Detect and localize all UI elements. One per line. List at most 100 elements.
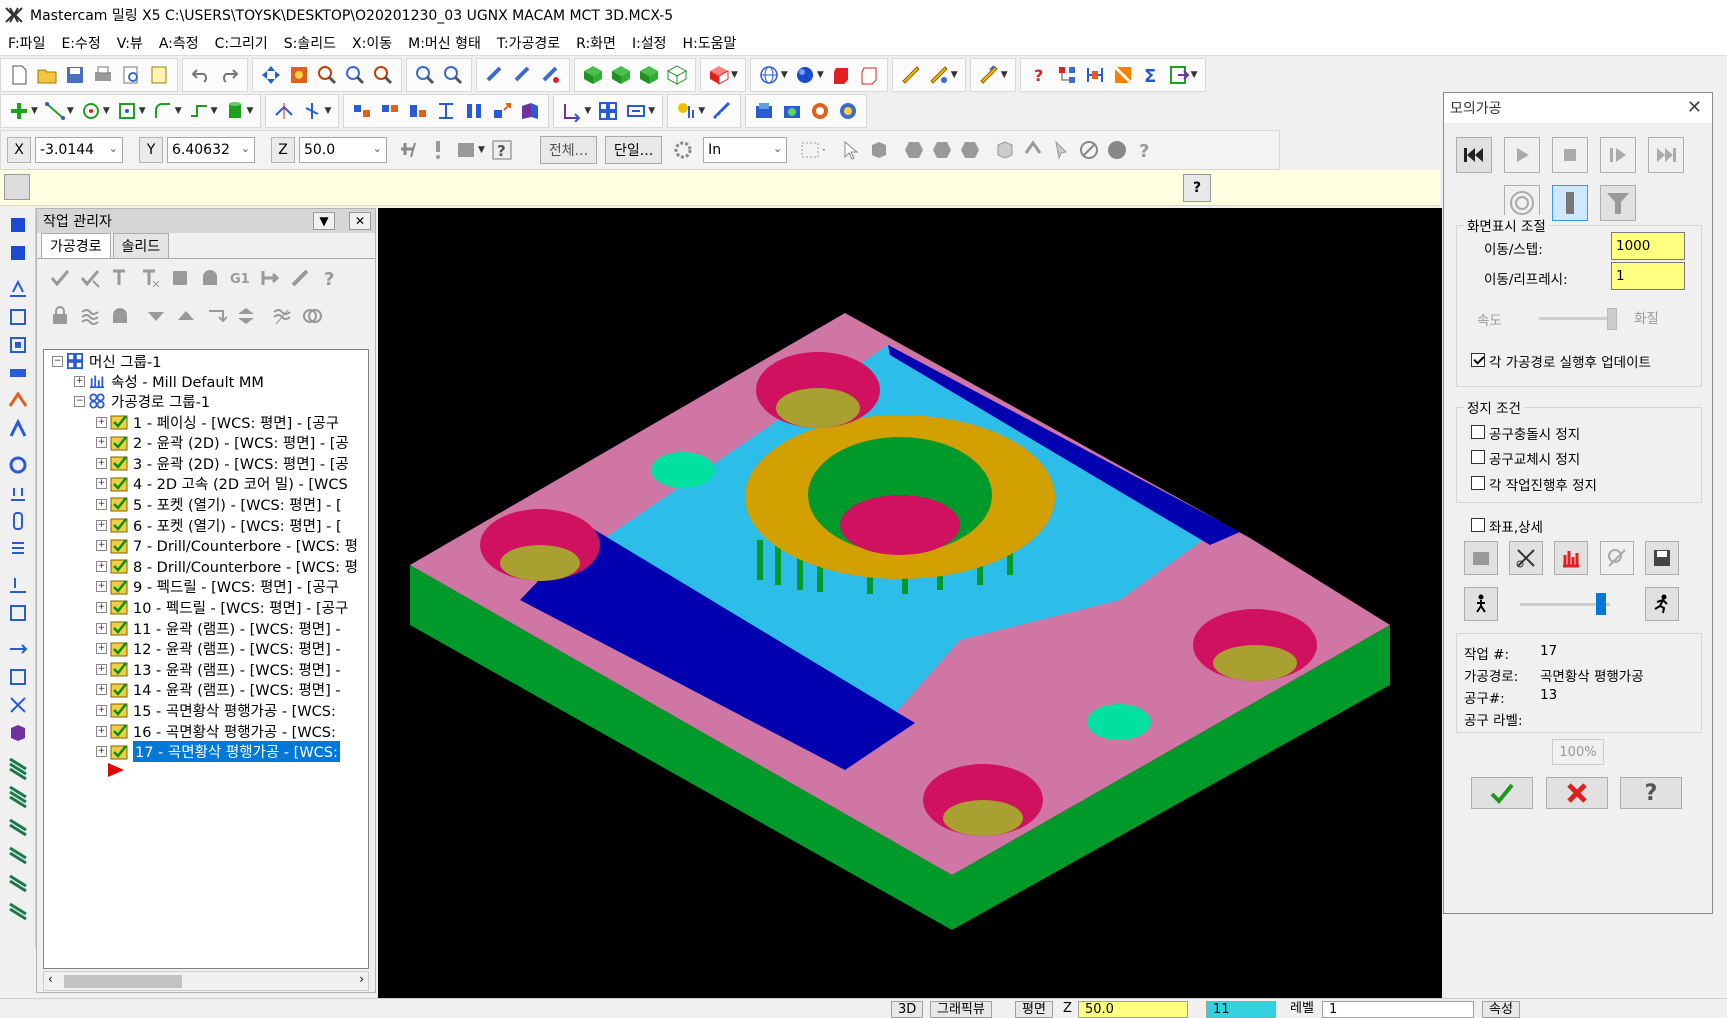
expand-icon[interactable]: + — [96, 478, 107, 490]
panel-close-button[interactable]: ✕ — [349, 212, 371, 230]
play-button[interactable] — [1504, 137, 1540, 173]
toggle-posting-icon[interactable] — [109, 305, 131, 327]
verify-select-icon[interactable] — [1022, 139, 1044, 161]
select-chain-icon[interactable] — [484, 64, 506, 86]
whats-this-icon[interactable]: ? — [1028, 64, 1050, 86]
collapse-icon[interactable]: − — [74, 395, 85, 407]
stock-button[interactable] — [1464, 541, 1498, 575]
autocursor-icon[interactable] — [427, 139, 449, 161]
measure-icon[interactable] — [978, 64, 1000, 86]
new-file-icon[interactable] — [8, 64, 30, 86]
sim-speed-slider-thumb[interactable] — [1596, 593, 1606, 615]
ops-help-icon[interactable]: ? — [319, 267, 341, 289]
stop-each-op-checkbox[interactable] — [1471, 476, 1485, 490]
body-select-icon[interactable] — [959, 139, 981, 161]
expand-icon[interactable]: + — [96, 684, 107, 696]
collision-button[interactable] — [1600, 541, 1634, 575]
verify-ops-icon[interactable] — [199, 267, 221, 289]
zoom-in-icon[interactable] — [372, 64, 394, 86]
status-attributes-button[interactable]: 속성 — [1482, 1001, 1520, 1018]
sigma-icon[interactable]: Σ — [1140, 64, 1162, 86]
scroll-to-insert-icon[interactable] — [235, 305, 257, 327]
g1-post-icon[interactable]: G1 — [229, 267, 251, 289]
stop-on-toolchange-checkbox[interactable] — [1471, 450, 1485, 464]
dynamic-mill-icon[interactable] — [7, 638, 29, 660]
select-window-icon[interactable] — [512, 64, 534, 86]
dropdown-arrow-icon[interactable]: ▼ — [698, 106, 705, 116]
stock-model-icon[interactable] — [301, 305, 323, 327]
x-coordinate-input[interactable]: -3.0144 ⌄ — [35, 137, 123, 163]
mask-icon[interactable] — [455, 139, 477, 161]
spline-icon[interactable] — [188, 100, 210, 122]
toolpath-operation-row[interactable]: +13 - 윤곽 (램프) - [WCS: 평면] - — [96, 658, 341, 680]
dropdown-arrow-icon[interactable]: ▼ — [211, 106, 218, 116]
toolpath-operation-row[interactable]: +6 - 포켓 (열기) - [WCS: 평면] - [ — [96, 514, 342, 536]
dropdown-arrow-icon[interactable]: ▼ — [103, 106, 110, 116]
dropdown-arrow-icon[interactable]: ▼ — [247, 106, 254, 116]
surface-rough-icon[interactable] — [7, 390, 29, 412]
lock-icon[interactable] — [49, 305, 71, 327]
dropdown-arrow-icon[interactable]: ▼ — [324, 106, 331, 116]
dropdown-arrow-icon[interactable]: ▼ — [584, 106, 591, 116]
scale-icon[interactable] — [435, 100, 457, 122]
dropdown-arrow-icon[interactable]: ▼ — [478, 145, 485, 155]
expand-icon[interactable]: + — [96, 457, 107, 469]
expand-icon[interactable]: + — [96, 663, 107, 675]
machine-sim-icon[interactable] — [837, 100, 859, 122]
help-button[interactable]: ? — [1620, 777, 1682, 809]
end-select-icon[interactable] — [1106, 139, 1128, 161]
collapse-icon[interactable]: − — [52, 355, 63, 367]
dropdown-arrow-icon[interactable]: ▼ — [781, 70, 788, 80]
export-icon[interactable] — [1168, 64, 1190, 86]
panel-menu-button[interactable]: ▼ — [313, 212, 335, 230]
repaint-icon[interactable] — [288, 64, 310, 86]
run-speed-button[interactable] — [1645, 587, 1679, 621]
multiaxis-1-icon[interactable] — [7, 757, 29, 781]
menu-solids[interactable]: S:솔리드 — [276, 33, 344, 53]
cylinder-icon[interactable] — [224, 100, 246, 122]
menu-edit[interactable]: E:수정 — [53, 33, 108, 53]
redo-icon[interactable] — [218, 64, 240, 86]
menu-view[interactable]: V:뷰 — [109, 33, 151, 53]
toolpath-operation-row[interactable]: +8 - Drill/Counterbore - [WCS: 평 — [96, 555, 358, 577]
expand-icon[interactable]: + — [96, 725, 107, 737]
cancel-button[interactable] — [1546, 777, 1608, 809]
backplot-icon[interactable] — [753, 100, 775, 122]
regenerate-dirty-icon[interactable] — [139, 267, 161, 289]
cursor-arrow-icon[interactable] — [840, 139, 862, 161]
toolpath-operation-row[interactable]: +12 - 윤곽 (램프) - [WCS: 평면] - — [96, 638, 341, 660]
toolpath-operation-row[interactable]: +14 - 윤곽 (램프) - [WCS: 평면] - — [96, 679, 341, 701]
translate-icon[interactable] — [351, 100, 373, 122]
move-icon[interactable] — [491, 100, 513, 122]
surface-finish-icon[interactable] — [7, 418, 29, 440]
expand-icon[interactable]: + — [96, 622, 107, 634]
step-forward-button[interactable] — [1600, 137, 1636, 173]
tab-toolpaths[interactable]: 가공경로 — [41, 233, 111, 258]
zoom-window-icon[interactable] — [344, 64, 366, 86]
tree-icon[interactable] — [1056, 64, 1078, 86]
rectangle-icon[interactable] — [116, 100, 138, 122]
status-gview-button[interactable]: 그래픽뷰 — [930, 1001, 992, 1018]
refresh-input[interactable]: 1 — [1611, 262, 1685, 290]
color-palette-icon[interactable] — [1112, 64, 1134, 86]
expand-icon[interactable]: + — [96, 437, 107, 449]
dropdown-arrow-icon[interactable]: ▼ — [31, 106, 38, 116]
insert-arrow-marker-icon[interactable] — [106, 761, 126, 779]
toolpath-operation-row[interactable]: +3 - 윤곽 (2D) - [WCS: 평면] - [공 — [96, 452, 349, 474]
coord-detail-checkbox[interactable] — [1471, 518, 1485, 532]
expand-icon[interactable]: + — [96, 643, 107, 655]
fit-icon[interactable] — [316, 64, 338, 86]
dropdown-arrow-icon[interactable]: - — [822, 145, 825, 155]
expand-icon[interactable]: + — [96, 560, 107, 572]
print-preview-icon[interactable] — [120, 64, 142, 86]
toolpath-operation-row[interactable]: +5 - 포켓 (열기) - [WCS: 평면] - [ — [96, 493, 342, 515]
light-icon[interactable] — [675, 100, 697, 122]
project-icon[interactable] — [519, 100, 541, 122]
dropdown-arrow-icon[interactable]: ▼ — [1191, 70, 1198, 80]
drill-toolpath-icon[interactable] — [7, 306, 29, 328]
blend-mill-icon[interactable] — [7, 722, 29, 744]
break-icon[interactable] — [301, 100, 323, 122]
unzoom-icon[interactable] — [414, 64, 436, 86]
toolpath-operation-row[interactable]: +7 - Drill/Counterbore - [WCS: 평 — [96, 535, 358, 557]
trim-icon[interactable] — [273, 100, 295, 122]
